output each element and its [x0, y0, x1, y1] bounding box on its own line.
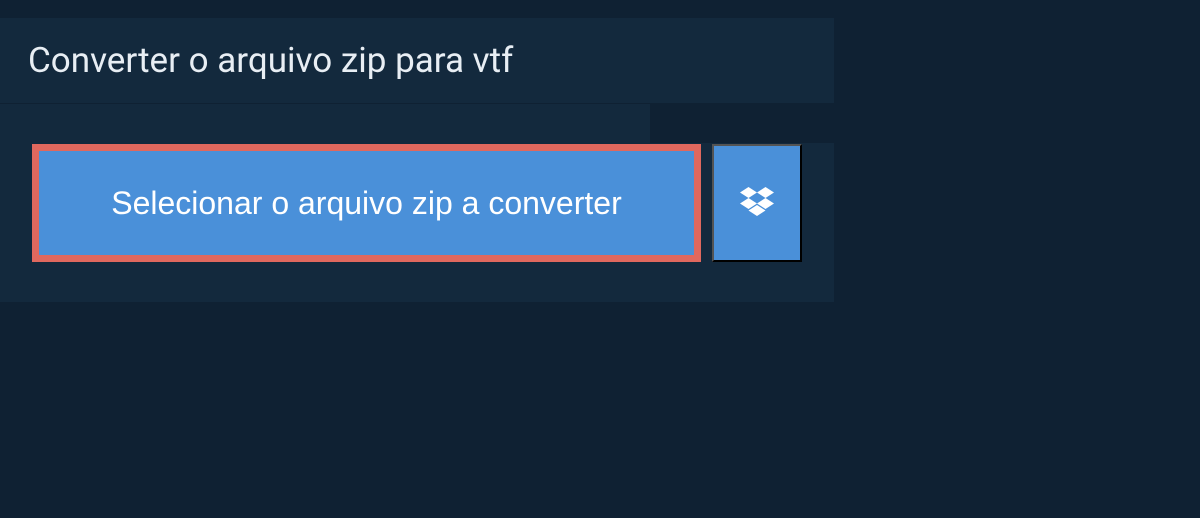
dropbox-icon [740, 187, 774, 220]
select-file-button[interactable]: Selecionar o arquivo zip a converter [32, 144, 701, 262]
page-title: Converter o arquivo zip para vtf [28, 40, 622, 81]
panel-header: Converter o arquivo zip para vtf [0, 18, 650, 103]
converter-panel: Converter o arquivo zip para vtf Selecio… [0, 18, 834, 302]
dropbox-button[interactable] [712, 144, 802, 262]
content-area: Selecionar o arquivo zip a converter [0, 103, 834, 302]
select-file-label: Selecionar o arquivo zip a converter [111, 185, 622, 222]
header-wrapper: Converter o arquivo zip para vtf [0, 18, 834, 103]
